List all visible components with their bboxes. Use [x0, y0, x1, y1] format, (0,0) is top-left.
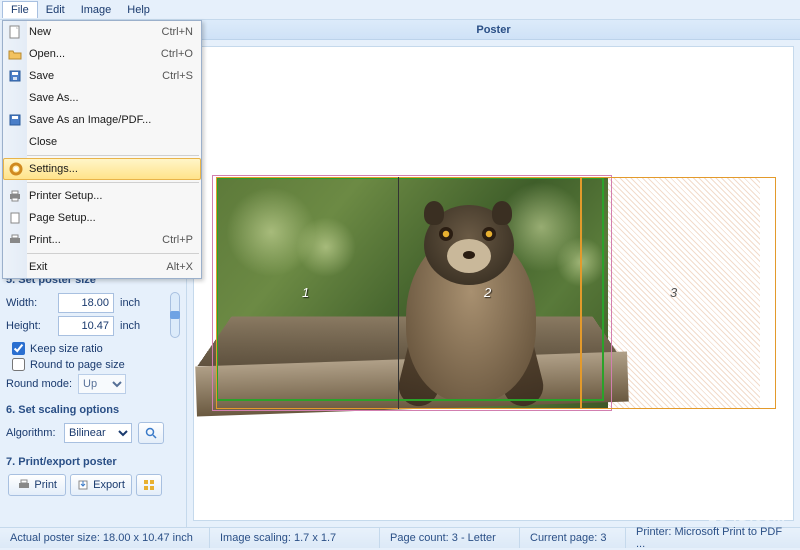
menu-open-shortcut: Ctrl+O	[161, 48, 193, 60]
menu-open-label: Open...	[29, 48, 65, 60]
menu-file[interactable]: File	[2, 1, 38, 18]
save-image-icon	[7, 112, 23, 128]
algorithm-select[interactable]: Bilinear	[64, 423, 132, 443]
magnifier-icon	[144, 426, 158, 440]
menu-edit[interactable]: Edit	[38, 2, 73, 18]
round-page-checkbox[interactable]	[12, 358, 25, 371]
menu-exit-shortcut: Alt+X	[166, 261, 193, 273]
menu-open[interactable]: Open... Ctrl+O	[3, 43, 201, 65]
height-label: Height:	[6, 320, 58, 332]
round-mode-select[interactable]: Up	[78, 374, 126, 394]
print-icon	[17, 478, 30, 492]
menu-separator-1	[5, 155, 199, 156]
menu-print-shortcut: Ctrl+P	[162, 234, 193, 246]
menu-image[interactable]: Image	[73, 2, 120, 18]
tile-3-label: 3	[670, 285, 677, 300]
menu-new-label: New	[29, 26, 51, 38]
menu-exit-label: Exit	[29, 261, 47, 273]
size-slider[interactable]	[170, 292, 180, 338]
preview-zoom-button[interactable]	[138, 422, 164, 444]
width-input[interactable]	[58, 293, 114, 313]
menu-close-label: Close	[29, 136, 57, 148]
width-label: Width:	[6, 297, 58, 309]
menu-print[interactable]: Print... Ctrl+P	[3, 229, 201, 251]
round-mode-label: Round mode:	[6, 378, 78, 390]
menu-help[interactable]: Help	[119, 2, 158, 18]
print-button[interactable]: Print	[8, 474, 66, 496]
poster-canvas[interactable]: 1 2 3	[193, 46, 794, 521]
algorithm-label: Algorithm:	[6, 427, 64, 439]
tile-1-label: 1	[302, 285, 309, 300]
poster-photo	[216, 177, 608, 409]
menu-close[interactable]: Close	[3, 131, 201, 153]
menu-settings-label: Settings...	[29, 163, 78, 175]
section-7-title: 7. Print/export poster	[6, 456, 180, 468]
menu-save-as[interactable]: Save As...	[3, 87, 201, 109]
menu-save[interactable]: Save Ctrl+S	[3, 65, 201, 87]
menu-printer-setup[interactable]: Printer Setup...	[3, 185, 201, 207]
tile-separator-1	[398, 177, 399, 409]
status-page-count: Page count: 3 - Letter	[380, 528, 520, 548]
print-button-label: Print	[34, 479, 57, 491]
menu-new-shortcut: Ctrl+N	[162, 26, 193, 38]
grid-icon	[142, 478, 156, 492]
menu-save-as-label: Save As...	[29, 92, 79, 104]
file-menu-dropdown: New Ctrl+N Open... Ctrl+O Save Ctrl+S Sa…	[2, 20, 202, 279]
round-page-label: Round to page size	[30, 359, 125, 371]
export-all-button[interactable]	[136, 474, 162, 496]
menu-page-setup-label: Page Setup...	[29, 212, 96, 224]
menu-save-shortcut: Ctrl+S	[162, 70, 193, 82]
main-header: Poster	[187, 20, 800, 40]
round-page-checkbox-row[interactable]: Round to page size	[12, 358, 180, 371]
status-printer: Printer: Microsoft Print to PDF ...	[626, 528, 800, 548]
menu-separator-3	[5, 253, 199, 254]
menu-separator-2	[5, 182, 199, 183]
status-poster-size: Actual poster size: 18.00 x 10.47 inch	[0, 528, 210, 548]
statusbar: Actual poster size: 18.00 x 10.47 inch I…	[0, 527, 800, 548]
export-button-label: Export	[93, 479, 125, 491]
keep-ratio-checkbox-row[interactable]: Keep size ratio	[12, 342, 180, 355]
keep-ratio-label: Keep size ratio	[30, 343, 103, 355]
printer-icon	[7, 188, 23, 204]
height-unit: inch	[120, 320, 140, 332]
menu-exit[interactable]: Exit Alt+X	[3, 256, 201, 278]
poster-preview: 1 2 3	[216, 177, 776, 409]
save-icon	[7, 68, 23, 84]
main-panel: Poster	[187, 20, 800, 527]
status-scaling: Image scaling: 1.7 x 1.7	[210, 528, 380, 548]
status-current-page: Current page: 3	[520, 528, 626, 548]
height-input[interactable]	[58, 316, 114, 336]
section-6-title: 6. Set scaling options	[6, 404, 180, 416]
menu-print-label: Print...	[29, 234, 61, 246]
menu-printer-setup-label: Printer Setup...	[29, 190, 102, 202]
menu-save-label: Save	[29, 70, 54, 82]
menu-new[interactable]: New Ctrl+N	[3, 21, 201, 43]
gear-icon	[8, 161, 24, 177]
export-button[interactable]: Export	[70, 474, 132, 496]
folder-open-icon	[7, 46, 23, 62]
menu-save-image-pdf[interactable]: Save As an Image/PDF...	[3, 109, 201, 131]
tile-2-label: 2	[484, 285, 491, 300]
menu-save-image-label: Save As an Image/PDF...	[29, 114, 151, 126]
width-unit: inch	[120, 297, 140, 309]
tile-separator-2	[580, 177, 582, 409]
menubar: File Edit Image Help	[0, 0, 800, 20]
export-icon	[77, 478, 89, 492]
print-icon	[7, 232, 23, 248]
menu-settings[interactable]: Settings...	[3, 158, 201, 180]
page-setup-icon	[7, 210, 23, 226]
menu-page-setup[interactable]: Page Setup...	[3, 207, 201, 229]
new-document-icon	[7, 24, 23, 40]
keep-ratio-checkbox[interactable]	[12, 342, 25, 355]
